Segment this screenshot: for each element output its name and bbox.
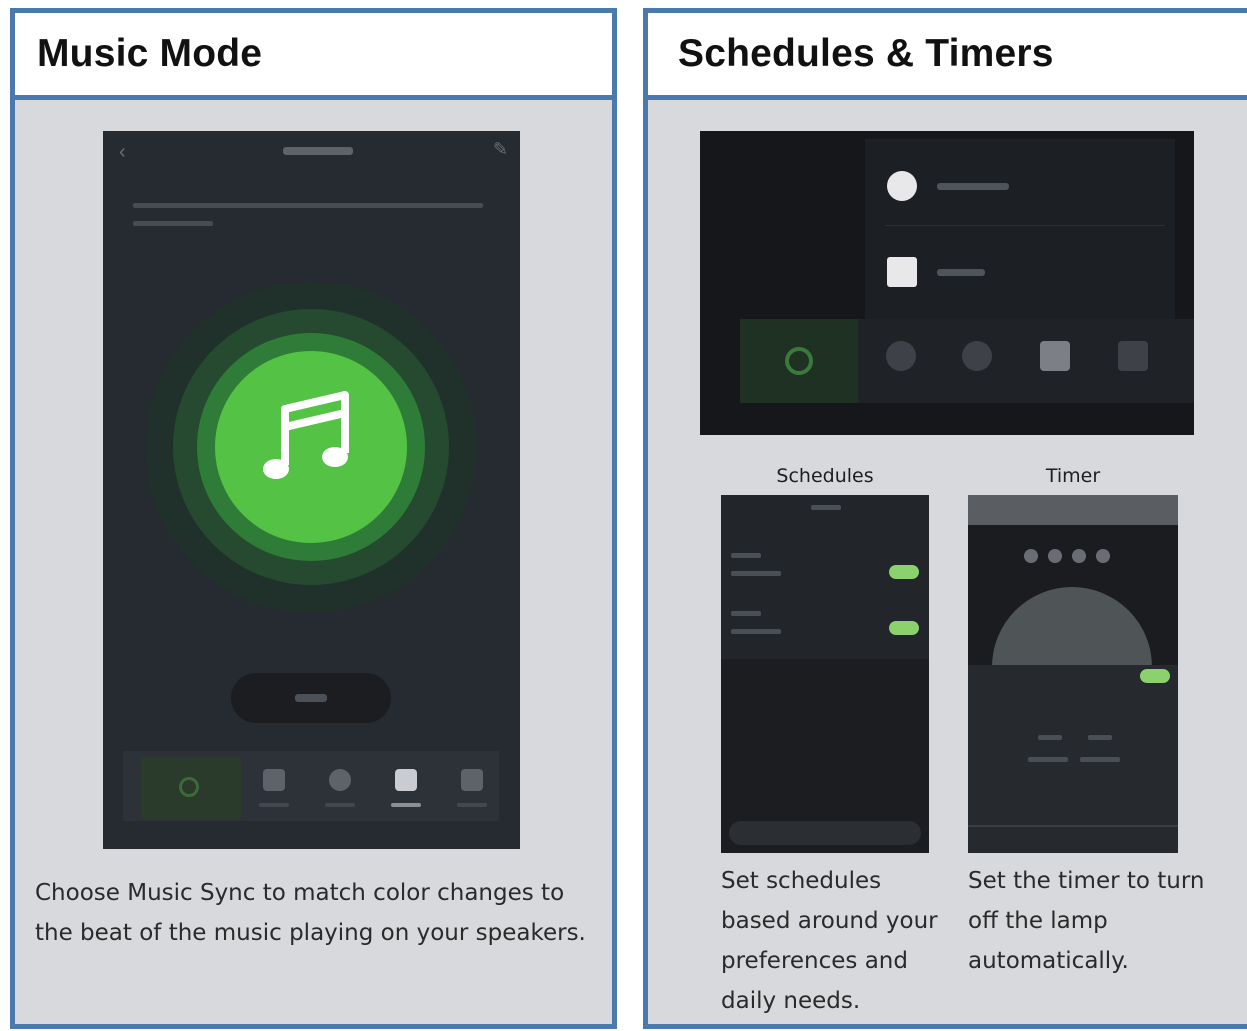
timer-label: Timer — [1045, 465, 1101, 487]
divider — [968, 825, 1178, 827]
schedules-label: Schedules — [776, 465, 874, 487]
hint-line — [133, 221, 213, 226]
tab-icon — [461, 769, 483, 791]
schedules-timers-panel: Schedules & Timers Schedules Timer Set s… — [643, 8, 1247, 1029]
music-mode-panel: Music Mode ‹ ✎ Choose Music Sync to matc… — [10, 8, 617, 1029]
list-text — [731, 571, 781, 576]
menu-item-label — [937, 269, 985, 276]
music-mode-phone-screenshot: ‹ ✎ — [103, 131, 520, 849]
schedules-timers-title: Schedules & Timers — [678, 32, 1054, 75]
timer-caption: Set the timer to turn off the lamp autom… — [968, 868, 1205, 974]
tab-icon — [962, 341, 992, 371]
picker-text — [1028, 757, 1068, 762]
edit-icon: ✎ — [492, 139, 508, 159]
tab-icon — [263, 769, 285, 791]
screen-title-placeholder — [811, 505, 841, 510]
tab-label — [457, 803, 487, 807]
tab-icon — [329, 769, 351, 791]
tab-label — [325, 803, 355, 807]
schedule-toggle — [889, 565, 919, 579]
music-tab-icon — [1040, 341, 1070, 371]
music-mode-caption: Choose Music Sync to match color changes… — [35, 880, 586, 946]
power-icon — [740, 319, 858, 403]
picker-text — [1038, 735, 1062, 740]
bottom-tab-bar — [123, 751, 499, 821]
schedule-icon — [887, 171, 917, 201]
list-text — [731, 629, 781, 634]
picker-text — [1088, 735, 1112, 740]
stop-button — [231, 673, 391, 723]
music-note-icon — [263, 391, 349, 479]
music-tab-icon — [395, 769, 417, 791]
menu-divider — [885, 225, 1165, 226]
screen-title-placeholder — [283, 147, 353, 155]
power-icon — [141, 757, 241, 819]
music-mode-header: Music Mode — [15, 13, 612, 100]
back-icon: ‹ — [119, 141, 126, 163]
schedules-caption: Set schedules based around your preferen… — [721, 868, 938, 1014]
hint-line — [133, 203, 483, 208]
picker-text — [1080, 757, 1120, 762]
add-button-placeholder — [729, 821, 921, 845]
music-mode-title: Music Mode — [37, 32, 263, 75]
timer-dot — [1024, 549, 1038, 563]
timer-dot — [1048, 549, 1062, 563]
tab-label — [259, 803, 289, 807]
timer-toggle — [1140, 669, 1170, 683]
tab-label — [391, 803, 421, 807]
more-menu-popup — [865, 139, 1175, 319]
timer-header — [968, 495, 1178, 525]
more-menu-screenshot — [700, 131, 1194, 435]
schedule-toggle — [889, 621, 919, 635]
schedules-screenshot — [721, 495, 929, 853]
timer-dot — [1072, 549, 1086, 563]
tab-icon — [1118, 341, 1148, 371]
schedules-timers-header: Schedules & Timers — [648, 13, 1247, 100]
timer-screenshot — [968, 495, 1178, 853]
list-text — [731, 611, 761, 616]
timer-dot — [1096, 549, 1110, 563]
menu-item-label — [937, 183, 1009, 190]
bottom-tab-bar — [740, 319, 1194, 403]
list-text — [731, 553, 761, 558]
tab-icon — [886, 341, 916, 371]
timer-icon — [887, 257, 917, 287]
